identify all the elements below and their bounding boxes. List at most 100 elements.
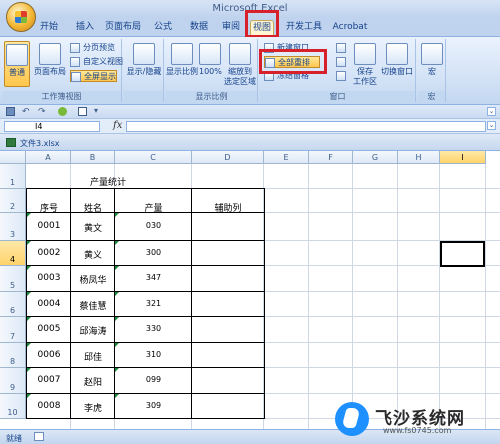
seq-cell[interactable]: 0003 (27, 273, 71, 283)
switch-windows-label: 切换窗口 (381, 67, 413, 76)
row-header-6[interactable]: 6 (0, 292, 26, 317)
name-cell[interactable]: 邱佳 (71, 350, 115, 363)
column-header-b[interactable]: B (71, 151, 115, 164)
name-cell[interactable]: 黄文 (71, 221, 115, 234)
output-cell[interactable]: 300 (115, 248, 192, 257)
fx-button[interactable]: fx (113, 120, 122, 131)
zoom-100-button[interactable]: 100% (199, 41, 222, 87)
output-cell[interactable]: 321 (115, 299, 192, 308)
highlight-view-tab (245, 10, 279, 38)
active-cell-I4[interactable] (440, 241, 485, 267)
expand-formula-icon[interactable]: ⌄ (487, 121, 496, 130)
show-hide-icon (133, 43, 155, 65)
header-cell-output[interactable]: 产量 (115, 201, 192, 214)
row-header-10[interactable]: 10 (0, 394, 26, 419)
output-cell[interactable]: 330 (115, 324, 192, 333)
row-header-2[interactable]: 2 (0, 189, 26, 213)
tab-data[interactable]: 数据 (186, 20, 212, 37)
group-label-workbook-views: 工作簿视图 (2, 91, 121, 102)
select-all-corner[interactable] (0, 151, 26, 164)
refresh-icon[interactable] (58, 107, 67, 116)
row-number: 10 (7, 408, 18, 417)
custom-views-button[interactable]: 自定义视图 (70, 56, 123, 68)
column-header-h[interactable]: H (398, 151, 440, 164)
name-cell[interactable]: 李虎 (71, 401, 115, 414)
formula-input[interactable] (126, 121, 486, 132)
row-header-7[interactable]: 7 (0, 317, 26, 343)
magnifier-icon (171, 43, 193, 65)
column-header-e[interactable]: E (264, 151, 309, 164)
seq-cell[interactable]: 0001 (27, 221, 71, 231)
name-cell[interactable]: 黄义 (71, 248, 115, 261)
redo-icon[interactable]: ↷ (38, 107, 46, 117)
switch-windows-button[interactable]: 切换窗口 (380, 41, 414, 87)
row-header-3[interactable]: 3 (0, 213, 26, 241)
sheet-title[interactable]: 产量统计 (70, 175, 146, 189)
row-header-8[interactable]: 8 (0, 343, 26, 368)
row-header-1[interactable]: 1 (0, 164, 26, 189)
worksheet-grid[interactable]: ABCDEFGHI 1 2 3 4 5 6 7 8 9 10 产量统计 序号 姓名 产量 辅助列 … (0, 151, 500, 429)
macro-record-icon[interactable] (34, 432, 44, 441)
header-cell-name[interactable]: 姓名 (71, 201, 115, 214)
output-cell[interactable]: 099 (115, 375, 192, 384)
page-layout-view-button[interactable]: 页面布局 (32, 41, 68, 87)
seq-cell[interactable]: 0007 (27, 375, 71, 385)
tab-review[interactable]: 审阅 (218, 20, 244, 37)
seq-cell[interactable]: 0002 (27, 248, 71, 258)
header-cell-seq[interactable]: 序号 (27, 201, 71, 214)
column-header-c[interactable]: C (115, 151, 192, 164)
seq-cell[interactable]: 0004 (27, 299, 71, 309)
column-header-f[interactable]: F (309, 151, 353, 164)
tab-developer[interactable]: 开发工具 (284, 20, 324, 37)
name-cell[interactable]: 杨凤华 (71, 273, 115, 286)
tab-page-layout[interactable]: 页面布局 (104, 20, 142, 37)
name-box[interactable]: I4 (4, 121, 100, 132)
undo-icon[interactable]: ↶ (22, 107, 30, 117)
tab-home[interactable]: 开始 (36, 20, 62, 37)
error-indicator-icon (27, 266, 31, 270)
output-cell[interactable]: 347 (115, 273, 192, 282)
normal-view-button[interactable]: 普通 (4, 41, 30, 87)
column-header-a[interactable]: A (26, 151, 71, 164)
fullscreen-label: 全屏显示 (84, 72, 116, 81)
tab-formulas[interactable]: 公式 (150, 20, 176, 37)
column-header-i[interactable]: I (440, 151, 486, 164)
save-workspace-button[interactable]: 保存 工作区 (352, 41, 378, 87)
qat-dropdown-icon[interactable]: ▾ (94, 106, 98, 115)
seq-cell[interactable]: 0008 (27, 401, 71, 411)
split-button[interactable] (336, 42, 346, 54)
show-hide-button[interactable]: 显示/隐藏 (126, 41, 162, 87)
macros-label: 宏 (428, 67, 436, 76)
output-cell[interactable]: 309 (115, 401, 192, 410)
output-cell[interactable]: 310 (115, 350, 192, 359)
column-header-d[interactable]: D (192, 151, 264, 164)
office-button[interactable] (6, 2, 36, 32)
normal-view-icon (6, 44, 28, 66)
row-header-4[interactable]: 4 (0, 241, 26, 266)
zoom-to-selection-button[interactable]: 缩放到 选定区域 (223, 41, 257, 87)
header-cell-helper[interactable]: 辅助列 (192, 201, 264, 214)
switch-windows-icon (386, 43, 408, 65)
row-header-5[interactable]: 5 (0, 266, 26, 292)
unhide-window-button[interactable] (336, 70, 346, 82)
tab-insert[interactable]: 插入 (72, 20, 98, 37)
output-cell[interactable]: 030 (115, 221, 192, 230)
row-header-9[interactable]: 9 (0, 368, 26, 394)
seq-cell[interactable]: 0006 (27, 350, 71, 360)
page-break-preview-button[interactable]: 分页预览 (70, 42, 115, 54)
collapse-qat-icon[interactable]: ⌄ (487, 107, 496, 116)
save-icon[interactable] (6, 107, 15, 116)
error-indicator-icon (115, 213, 119, 217)
zoom-button[interactable]: 显示比例 (166, 41, 198, 87)
hide-window-button[interactable] (336, 56, 346, 68)
macros-button[interactable]: 宏 (420, 41, 444, 87)
name-cell[interactable]: 蔡佳慧 (71, 299, 115, 312)
table-border (264, 189, 265, 419)
seq-cell[interactable]: 0005 (27, 324, 71, 334)
print-preview-icon[interactable] (78, 107, 87, 116)
name-cell[interactable]: 邱海涛 (71, 324, 115, 337)
tab-acrobat[interactable]: Acrobat (332, 20, 368, 37)
column-header-g[interactable]: G (353, 151, 398, 164)
name-cell[interactable]: 赵阳 (71, 375, 115, 388)
fullscreen-button[interactable]: 全屏显示 (70, 70, 117, 82)
